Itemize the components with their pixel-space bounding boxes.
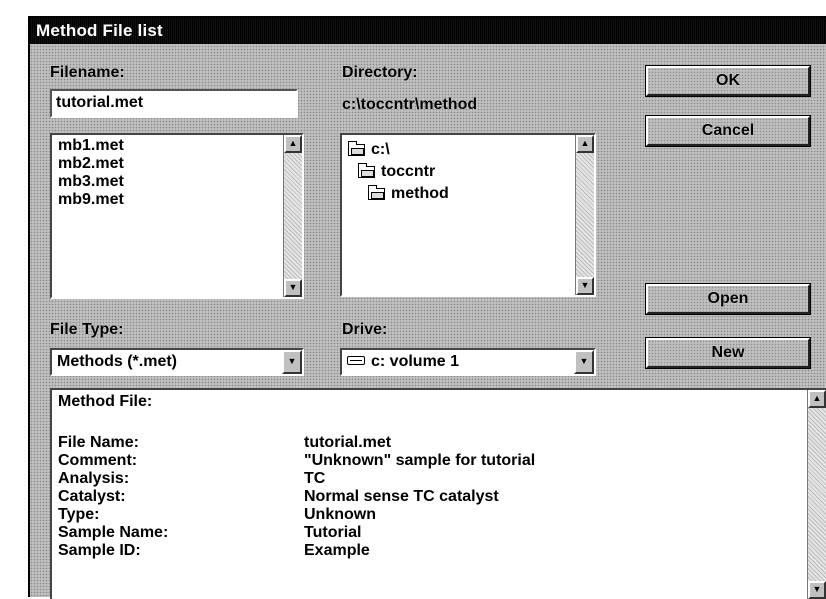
ok-button[interactable]: OK (645, 65, 811, 97)
filename-label: Filename: (50, 64, 125, 81)
info-value: Unknown (304, 506, 376, 523)
file-list-scrollbar[interactable]: ▲ ▼ (283, 135, 302, 297)
drive-text: c: volume 1 (371, 353, 460, 370)
info-value: "Unknown" sample for tutorial (304, 452, 536, 469)
info-key: Analysis: (58, 470, 130, 487)
directory-tree[interactable]: c:\ toccntr method ▲ ▼ (340, 133, 596, 297)
directory-path: c:\toccntr\method (342, 96, 478, 113)
info-value: TC (304, 470, 326, 487)
scroll-down-arrow-icon[interactable]: ▼ (576, 277, 594, 295)
info-value: Example (304, 542, 370, 559)
directory-label: Directory: (342, 64, 418, 81)
info-scrollbar[interactable]: ▲ ▼ (807, 390, 826, 599)
drive-value: c: volume 1 (347, 353, 459, 371)
info-key: Sample ID: (58, 542, 141, 559)
open-button[interactable]: Open (645, 283, 811, 315)
folder-label: toccntr (381, 163, 436, 180)
open-folder-icon (368, 185, 385, 200)
new-button[interactable]: New (645, 337, 811, 369)
title-bar[interactable]: Method File list (30, 18, 826, 44)
file-list[interactable]: mb1.met mb2.met mb3.met mb9.met ▲ ▼ (50, 133, 304, 299)
file-type-label: File Type: (50, 321, 124, 338)
info-key: File Name: (58, 434, 139, 451)
chevron-down-icon[interactable]: ▼ (574, 350, 594, 374)
open-folder-icon (348, 141, 365, 156)
info-value: Normal sense TC catalyst (304, 488, 499, 505)
window-title: Method File list (36, 21, 163, 40)
folder-label: c:\ (371, 141, 390, 158)
info-value: Tutorial (304, 524, 362, 541)
info-key: Catalyst: (58, 488, 126, 505)
drive-select[interactable]: c: volume 1 ▼ (340, 348, 596, 376)
scroll-down-arrow-icon[interactable]: ▼ (284, 279, 302, 297)
info-value: tutorial.met (304, 434, 392, 451)
list-item[interactable]: mb9.met (58, 190, 124, 210)
folder-item[interactable]: method (368, 184, 449, 204)
chevron-down-icon[interactable]: ▼ (282, 350, 302, 374)
scroll-up-arrow-icon[interactable]: ▲ (808, 390, 826, 408)
scroll-up-arrow-icon[interactable]: ▲ (576, 135, 594, 153)
scroll-up-arrow-icon[interactable]: ▲ (284, 135, 302, 153)
info-row: File Name: tutorial.met (58, 434, 798, 452)
drive-label: Drive: (342, 321, 388, 338)
folder-label: method (391, 185, 449, 202)
hard-drive-icon (347, 356, 365, 366)
folder-item[interactable]: c:\ (348, 140, 390, 160)
list-item[interactable]: mb2.met (58, 154, 124, 174)
open-folder-icon (358, 163, 375, 178)
list-item[interactable]: mb1.met (58, 136, 124, 156)
info-heading: Method File: (58, 393, 153, 410)
info-row: Catalyst: Normal sense TC catalyst (58, 488, 798, 506)
method-file-list-dialog: Method File list Filename: tutorial.met … (28, 16, 826, 599)
list-item[interactable]: mb3.met (58, 172, 124, 192)
file-type-value: Methods (*.met) (57, 353, 177, 370)
folder-item[interactable]: toccntr (358, 162, 435, 182)
file-type-select[interactable]: Methods (*.met) ▼ (50, 348, 304, 376)
cancel-button[interactable]: Cancel (645, 115, 811, 147)
method-info-box[interactable]: Method File: File Name: tutorial.met Com… (50, 388, 826, 599)
info-key: Sample Name: (58, 524, 169, 541)
info-key: Comment: (58, 452, 138, 469)
info-row: Sample Name: Tutorial (58, 524, 798, 542)
filename-input[interactable]: tutorial.met (50, 89, 298, 118)
scroll-down-arrow-icon[interactable]: ▼ (808, 581, 826, 599)
directory-scrollbar[interactable]: ▲ ▼ (575, 135, 594, 295)
info-key: Type: (58, 506, 100, 523)
info-row: Analysis: TC (58, 470, 798, 488)
info-row: Sample ID: Example (58, 542, 798, 560)
info-row: Type: Unknown (58, 506, 798, 524)
info-row: Comment: "Unknown" sample for tutorial (58, 452, 798, 470)
